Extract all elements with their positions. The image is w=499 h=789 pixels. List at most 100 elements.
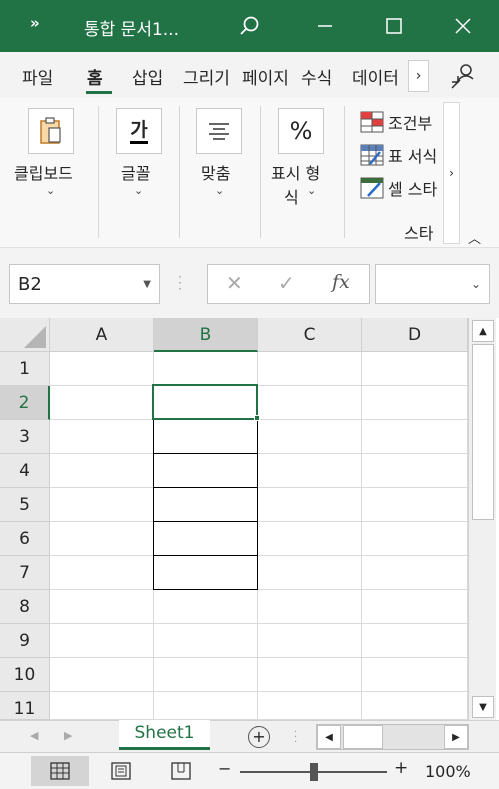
alignment-button[interactable] — [196, 108, 242, 154]
tab-split-handle[interactable]: · · · — [294, 728, 297, 748]
cell-a5[interactable] — [50, 488, 154, 522]
font-button[interactable]: 가 — [116, 108, 162, 154]
tab-home[interactable]: 홈 — [87, 64, 103, 89]
cell-b8[interactable] — [154, 590, 258, 624]
normal-view-button[interactable] — [31, 756, 89, 786]
search-button[interactable] — [226, 0, 272, 52]
cell-c9[interactable] — [258, 624, 362, 658]
fill-handle[interactable] — [254, 415, 260, 421]
zoom-slider-thumb[interactable] — [309, 763, 318, 781]
cell-b6[interactable] — [153, 521, 258, 556]
cell-d6[interactable] — [362, 522, 468, 556]
row-header-7[interactable]: 7 — [0, 556, 50, 590]
scroll-up-button[interactable]: ▲ — [472, 320, 494, 342]
check-icon[interactable]: ✓ — [278, 271, 295, 295]
row-header-2[interactable]: 2 — [0, 386, 50, 420]
cell-a2[interactable] — [50, 386, 154, 420]
formula-bar-resize-handle[interactable]: · · · — [178, 271, 182, 295]
chevron-down-icon[interactable]: ⌄ — [215, 184, 224, 197]
cell-a3[interactable] — [50, 420, 154, 454]
column-header-b[interactable]: B — [154, 318, 258, 352]
column-header-a[interactable]: A — [50, 318, 154, 352]
cell-b5[interactable] — [153, 487, 258, 522]
maximize-button[interactable] — [371, 0, 417, 52]
row-header-10[interactable]: 10 — [0, 658, 50, 692]
cell-a4[interactable] — [50, 454, 154, 488]
row-header-4[interactable]: 4 — [0, 454, 50, 488]
cell-d5[interactable] — [362, 488, 468, 522]
active-cell-b2[interactable] — [152, 384, 258, 420]
name-box[interactable]: B2 ▼ — [9, 264, 160, 304]
tabs-more-button[interactable]: › — [408, 60, 429, 92]
column-header-d[interactable]: D — [362, 318, 468, 352]
cell-styles-button[interactable]: 셀 스타 — [360, 175, 442, 201]
select-all-button[interactable] — [0, 318, 50, 352]
cell-d8[interactable] — [362, 590, 468, 624]
cell-a11[interactable] — [50, 692, 154, 720]
row-header-11[interactable]: 11 — [0, 692, 50, 720]
chevron-down-icon[interactable]: ⌄ — [134, 184, 143, 197]
tab-draw[interactable]: 그리기 — [183, 64, 236, 89]
tab-formulas[interactable]: 수식 — [301, 64, 332, 89]
insert-function-icon[interactable]: fx — [332, 271, 350, 293]
horizontal-scroll-thumb[interactable] — [343, 725, 383, 749]
add-sheet-button[interactable]: + — [248, 726, 270, 748]
cell-a8[interactable] — [50, 590, 154, 624]
tab-file[interactable]: 파일 — [22, 64, 53, 89]
cell-a7[interactable] — [50, 556, 154, 590]
scroll-left-button[interactable]: ◀ — [317, 725, 341, 749]
cell-c1[interactable] — [258, 352, 362, 386]
sheet-next-icon[interactable]: ▶ — [64, 729, 72, 742]
cell-b4[interactable] — [153, 453, 258, 488]
share-icon[interactable] — [448, 62, 478, 90]
row-header-8[interactable]: 8 — [0, 590, 50, 624]
cell-a1[interactable] — [50, 352, 154, 386]
clipboard-button[interactable] — [28, 108, 74, 154]
cell-a6[interactable] — [50, 522, 154, 556]
vertical-scroll-thumb[interactable] — [472, 344, 494, 520]
row-header-9[interactable]: 9 — [0, 624, 50, 658]
cell-d7[interactable] — [362, 556, 468, 590]
cell-c5[interactable] — [258, 488, 362, 522]
cancel-icon[interactable]: ✕ — [226, 271, 243, 295]
cell-d2[interactable] — [362, 386, 468, 420]
row-header-3[interactable]: 3 — [0, 420, 50, 454]
cell-b7[interactable] — [153, 555, 258, 590]
formula-expand-icon[interactable]: ⌄ — [471, 277, 481, 291]
name-box-dropdown-icon[interactable]: ▼ — [143, 279, 151, 290]
cell-c2[interactable] — [258, 386, 362, 420]
format-as-table-button[interactable]: 표 서식 — [360, 142, 442, 168]
scroll-down-button[interactable]: ▼ — [472, 696, 494, 718]
quick-access-overflow-button[interactable]: » — [30, 14, 40, 32]
row-header-1[interactable]: 1 — [0, 352, 50, 386]
cell-d10[interactable] — [362, 658, 468, 692]
cell-d9[interactable] — [362, 624, 468, 658]
cell-b9[interactable] — [154, 624, 258, 658]
page-break-view-button[interactable] — [152, 756, 210, 786]
cell-a10[interactable] — [50, 658, 154, 692]
column-header-c[interactable]: C — [258, 318, 362, 352]
zoom-level[interactable]: 100% — [425, 762, 471, 781]
ribbon-scroll-right-button[interactable]: › — [443, 102, 460, 244]
tab-data[interactable]: 데이터 — [352, 64, 406, 89]
vertical-scrollbar[interactable]: ▲ ▼ — [468, 318, 496, 720]
zoom-out-button[interactable]: − — [218, 759, 231, 778]
row-header-6[interactable]: 6 — [0, 522, 50, 556]
cell-d4[interactable] — [362, 454, 468, 488]
collapse-ribbon-icon[interactable]: ︿ — [468, 228, 481, 247]
cell-d1[interactable] — [362, 352, 468, 386]
sheet-prev-icon[interactable]: ◀ — [30, 729, 38, 742]
sheet-tab-sheet1[interactable]: Sheet1 — [119, 720, 210, 750]
zoom-in-button[interactable]: + — [394, 758, 408, 778]
cell-c6[interactable] — [258, 522, 362, 556]
horizontal-scrollbar[interactable]: ◀ ▶ — [316, 724, 469, 750]
cell-a9[interactable] — [50, 624, 154, 658]
minimize-button[interactable] — [302, 0, 348, 52]
cell-c3[interactable] — [258, 420, 362, 454]
tab-page-layout[interactable]: 페이지 — [242, 64, 296, 89]
tab-insert[interactable]: 삽입 — [132, 64, 163, 89]
cell-b1[interactable] — [154, 352, 258, 386]
cell-d11[interactable] — [362, 692, 468, 720]
conditional-formatting-button[interactable]: 조건부 — [360, 109, 442, 135]
cell-b11[interactable] — [154, 692, 258, 720]
